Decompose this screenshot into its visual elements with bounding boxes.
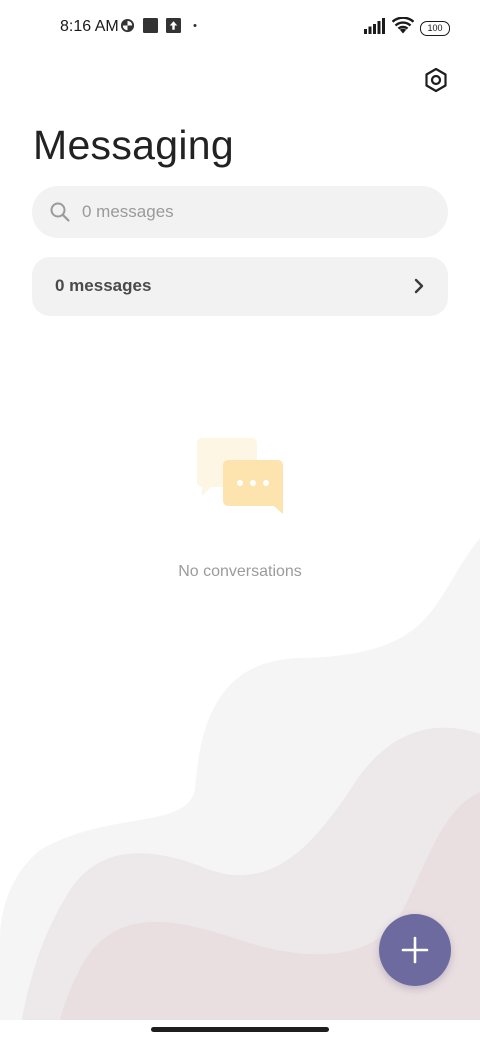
settings-button[interactable] [418,62,454,98]
search-bar[interactable] [32,186,448,238]
search-icon [50,202,70,222]
system-icons: 100 [358,16,450,39]
page-title: Messaging [33,122,234,168]
wifi-icon [391,16,415,39]
signal-icon [364,17,386,39]
messaging-screen: 8:16 AM 100 Messaging 0 messages 0 messa… [0,0,480,1040]
status-bar: 8:16 AM 100 [0,0,480,56]
square-notification-icon [143,18,158,38]
new-conversation-button[interactable] [379,914,451,986]
messages-summary-card[interactable]: 0 messages [32,257,448,316]
dot-icon [189,18,201,38]
plus-icon [401,936,429,964]
notification-icons [120,18,209,38]
messages-count-label: 0 messages [55,276,152,295]
chat-bubbles-icon [197,438,283,514]
empty-state-text: No conversations [178,563,302,580]
data-saver-icon [120,18,135,38]
upload-notification-icon [166,18,181,38]
status-time: 8:16 AM [60,18,119,35]
settings-hexagon-icon [425,67,447,93]
search-input[interactable] [82,186,422,238]
home-indicator[interactable] [151,1027,329,1032]
chevron-right-icon [414,278,424,294]
battery-icon: 100 [420,20,450,36]
